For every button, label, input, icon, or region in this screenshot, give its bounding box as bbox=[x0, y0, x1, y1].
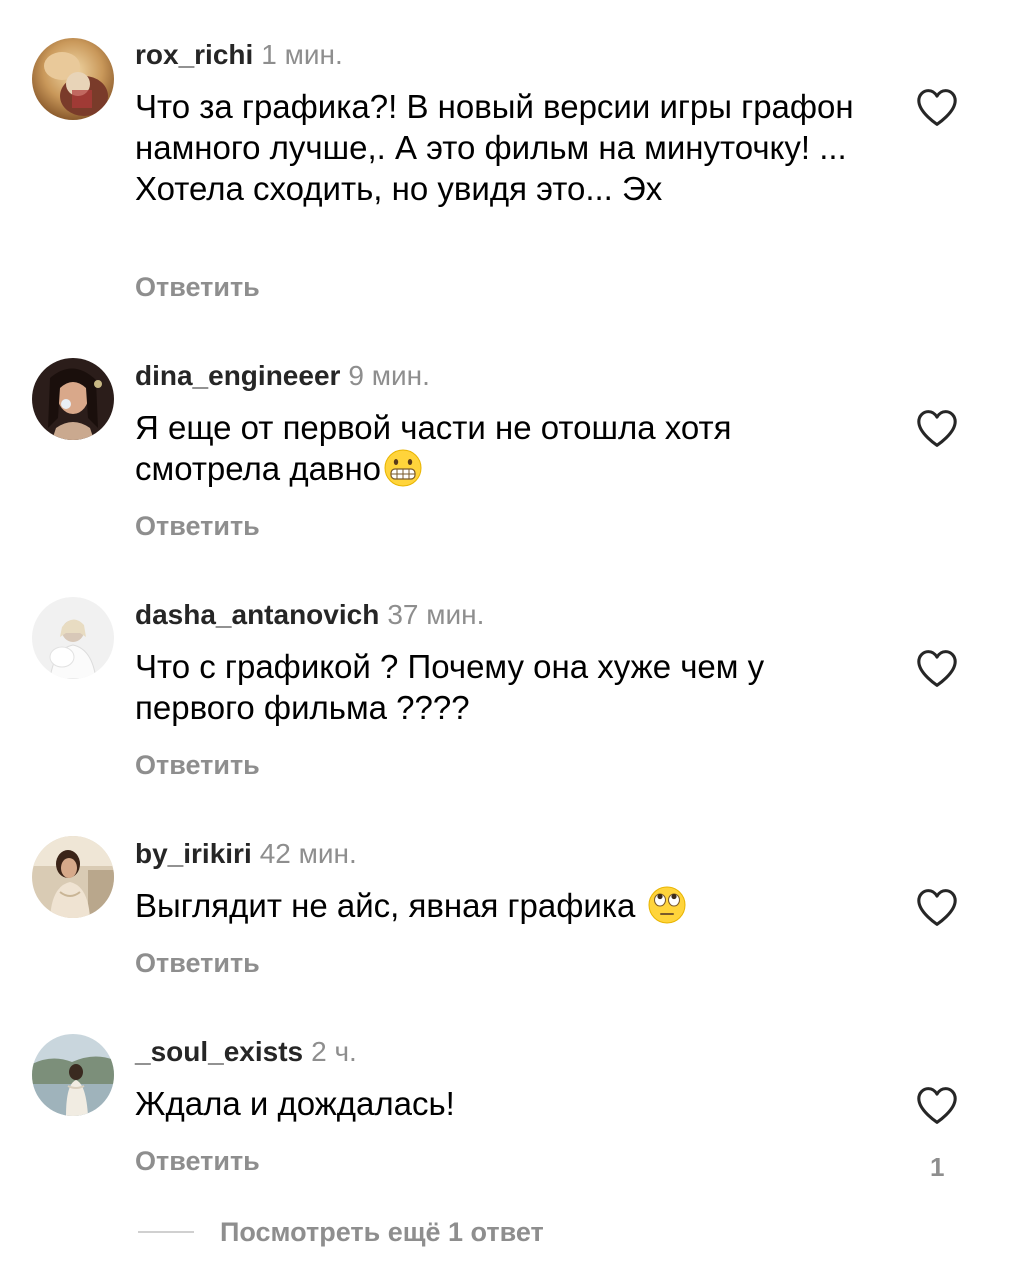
comment-meta: dina_engineeer 9 мин. bbox=[135, 359, 430, 393]
comment-meta: _soul_exists 2 ч. bbox=[135, 1035, 357, 1069]
username[interactable]: dasha_antanovich bbox=[135, 599, 379, 630]
username[interactable]: _soul_exists bbox=[135, 1036, 303, 1067]
comment-meta: dasha_antanovich 37 мин. bbox=[135, 598, 484, 632]
timestamp: 42 мин. bbox=[259, 838, 357, 869]
avatar[interactable] bbox=[32, 836, 114, 918]
comment-text: Я еще от первой части не отошла хотя смо… bbox=[135, 407, 875, 489]
heart-outline-icon[interactable] bbox=[915, 1085, 959, 1125]
reply-button[interactable]: Ответить bbox=[135, 511, 260, 542]
username[interactable]: rox_richi bbox=[135, 39, 253, 70]
timestamp: 9 мин. bbox=[348, 360, 430, 391]
reply-button[interactable]: Ответить bbox=[135, 1146, 260, 1177]
username[interactable]: dina_engineeer bbox=[135, 360, 340, 391]
timestamp: 2 ч. bbox=[311, 1036, 357, 1067]
grimacing-face-emoji bbox=[384, 449, 422, 487]
comment-text-content: Я еще от первой части не отошла хотя смо… bbox=[135, 409, 732, 487]
avatar[interactable] bbox=[32, 358, 114, 440]
reply-button[interactable]: Ответить bbox=[135, 750, 260, 781]
heart-outline-icon[interactable] bbox=[915, 87, 959, 127]
heart-outline-icon[interactable] bbox=[915, 408, 959, 448]
comment-text: Что с графикой ? Почему она хуже чем у п… bbox=[135, 648, 765, 726]
like-count[interactable]: 1 bbox=[930, 1152, 944, 1183]
timestamp: 1 мин. bbox=[261, 39, 343, 70]
comment-text-content: Выглядит не айс, явная графика bbox=[135, 887, 645, 924]
timestamp: 37 мин. bbox=[387, 599, 485, 630]
heart-outline-icon[interactable] bbox=[915, 887, 959, 927]
reply-button[interactable]: Ответить bbox=[135, 272, 260, 303]
reply-button[interactable]: Ответить bbox=[135, 948, 260, 979]
eye-roll-face-emoji bbox=[648, 886, 686, 924]
username[interactable]: by_irikiri bbox=[135, 838, 252, 869]
avatar[interactable] bbox=[32, 597, 114, 679]
avatar[interactable] bbox=[32, 38, 114, 120]
view-more-replies-button[interactable]: Посмотреть ещё 1 ответ bbox=[138, 1212, 544, 1252]
heart-outline-icon[interactable] bbox=[915, 648, 959, 688]
avatar[interactable] bbox=[32, 1034, 114, 1116]
comment-text: Что за графика?! В новый версии игры гра… bbox=[135, 88, 854, 207]
view-more-replies-label: Посмотреть ещё 1 ответ bbox=[220, 1216, 544, 1247]
comment-text: Выглядит не айс, явная графика bbox=[135, 885, 875, 926]
comment-text: Ждала и дождалась! bbox=[135, 1085, 455, 1122]
divider-line bbox=[138, 1231, 194, 1233]
comment-meta: rox_richi 1 мин. bbox=[135, 38, 343, 72]
comment-meta: by_irikiri 42 мин. bbox=[135, 837, 357, 871]
